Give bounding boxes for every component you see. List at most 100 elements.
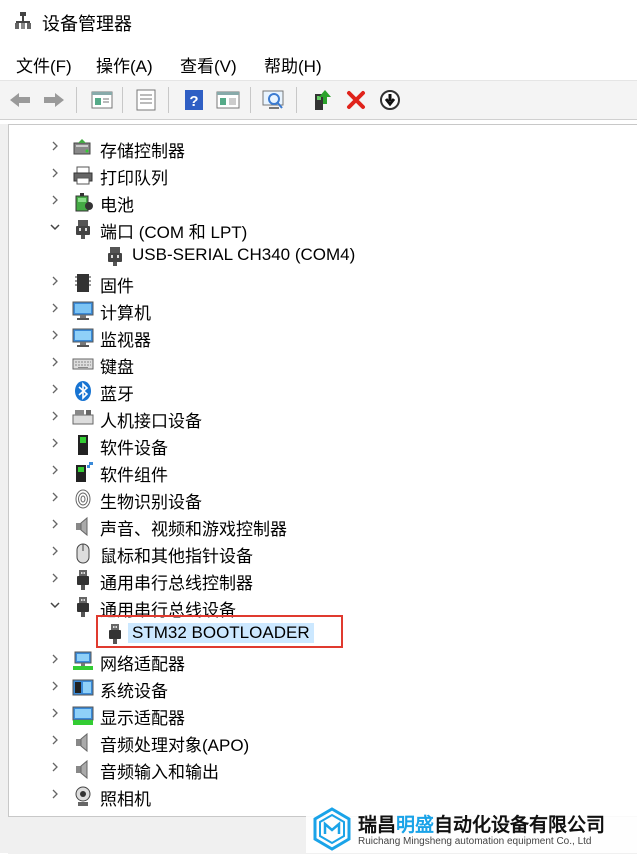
chevron-right-icon[interactable] — [49, 302, 61, 316]
node-label: 通用串行总线控制器 — [100, 574, 253, 593]
chevron-right-icon[interactable] — [49, 518, 61, 532]
speaker-icon — [76, 759, 88, 780]
chevron-right-icon[interactable] — [49, 788, 61, 802]
company-name-en: Ruichang Mingsheng automation equipment … — [358, 836, 592, 847]
software-component-icon — [76, 462, 93, 482]
window-title: 设备管理器 — [42, 14, 132, 34]
help-button[interactable]: ? — [180, 86, 208, 114]
menu-action[interactable]: 操作(A) — [96, 52, 153, 77]
menu-bar: 文件(F) 操作(A) 查看(V) 帮助(H) — [0, 44, 637, 81]
display-adapter-icon — [72, 706, 94, 725]
node-label: 系统设备 — [100, 682, 168, 701]
view-button[interactable] — [214, 86, 242, 114]
chevron-right-icon[interactable] — [49, 707, 61, 721]
node-label: 网络适配器 — [100, 655, 185, 674]
category-node[interactable]: 人机接口设备 — [9, 404, 637, 431]
chevron-right-icon[interactable] — [49, 275, 61, 289]
chevron-down-icon[interactable] — [49, 599, 61, 613]
node-label: 音频输入和输出 — [100, 763, 219, 782]
back-button[interactable] — [6, 86, 34, 114]
category-node[interactable]: 音频处理对象(APO) — [9, 728, 637, 755]
disable-button[interactable] — [376, 86, 404, 114]
monitor-icon — [72, 328, 94, 347]
menu-view[interactable]: 查看(V) — [180, 52, 237, 77]
title-bar: 设备管理器 — [0, 0, 637, 44]
node-label: 电池 — [100, 196, 134, 215]
list-button[interactable] — [132, 86, 160, 114]
properties-button[interactable] — [88, 86, 116, 114]
node-label: 端口 (COM 和 LPT) — [100, 223, 248, 242]
category-node[interactable]: 系统设备 — [9, 674, 637, 701]
chevron-right-icon[interactable] — [49, 545, 61, 559]
chevron-right-icon[interactable] — [49, 356, 61, 370]
speaker-icon — [76, 732, 88, 753]
device-node[interactable]: USB-SERIAL CH340 (COM4) — [9, 242, 637, 269]
bluetooth-icon — [75, 381, 91, 401]
uninstall-icon — [347, 91, 365, 109]
category-node[interactable]: 音频输入和输出 — [9, 755, 637, 782]
uninstall-button[interactable] — [342, 86, 370, 114]
chevron-right-icon[interactable] — [49, 761, 61, 775]
chevron-right-icon[interactable] — [49, 140, 61, 154]
category-node[interactable]: 鼠标和其他指针设备 — [9, 539, 637, 566]
svg-text:?: ? — [189, 93, 198, 110]
category-node[interactable]: 显示适配器 — [9, 701, 637, 728]
node-label: 软件组件 — [100, 466, 168, 485]
category-node[interactable]: 存储控制器 — [9, 134, 637, 161]
chevron-right-icon[interactable] — [49, 167, 61, 181]
forward-button[interactable] — [40, 86, 68, 114]
category-node[interactable]: 声音、视频和游戏控制器 — [9, 512, 637, 539]
scan-hardware-button[interactable] — [260, 86, 288, 114]
chevron-right-icon[interactable] — [49, 410, 61, 424]
category-node[interactable]: 固件 — [9, 269, 637, 296]
category-node[interactable]: 通用串行总线控制器 — [9, 566, 637, 593]
storage-icon — [73, 139, 91, 155]
category-node[interactable]: 监视器 — [9, 323, 637, 350]
category-node[interactable]: 电池 — [9, 188, 637, 215]
category-node[interactable]: 生物识别设备 — [9, 485, 637, 512]
fingerprint-icon — [75, 489, 91, 509]
back-icon — [10, 93, 30, 107]
menu-file[interactable]: 文件(F) — [16, 52, 72, 77]
node-label: 计算机 — [100, 304, 151, 323]
update-driver-button[interactable] — [308, 86, 336, 114]
chevron-right-icon[interactable] — [49, 464, 61, 478]
category-node[interactable]: 端口 (COM 和 LPT) — [9, 215, 637, 242]
chevron-down-icon[interactable] — [49, 221, 61, 235]
category-node[interactable]: 网络适配器 — [9, 647, 637, 674]
device-tree: 存储控制器打印队列电池端口 (COM 和 LPT) USB-SERIAL CH34… — [8, 124, 637, 817]
node-label: 监视器 — [100, 331, 151, 350]
update-driver-icon — [315, 90, 331, 110]
chevron-right-icon[interactable] — [49, 329, 61, 343]
scan-icon — [262, 90, 284, 109]
node-label: 鼠标和其他指针设备 — [100, 547, 253, 566]
category-node[interactable]: 蓝牙 — [9, 377, 637, 404]
annotation-highlight-box — [96, 615, 343, 648]
chevron-right-icon[interactable] — [49, 680, 61, 694]
left-edge — [0, 124, 8, 853]
chevron-right-icon[interactable] — [49, 437, 61, 451]
usb-icon — [77, 570, 89, 590]
chevron-right-icon[interactable] — [49, 194, 61, 208]
category-node[interactable]: 键盘 — [9, 350, 637, 377]
category-node[interactable]: 软件设备 — [9, 431, 637, 458]
chevron-right-icon[interactable] — [49, 653, 61, 667]
menu-help[interactable]: 帮助(H) — [264, 52, 322, 77]
category-node[interactable]: 软件组件 — [9, 458, 637, 485]
chevron-right-icon[interactable] — [49, 572, 61, 586]
battery-icon — [75, 193, 93, 212]
speaker-icon — [76, 516, 88, 537]
printer-icon — [73, 166, 93, 185]
category-node[interactable]: 计算机 — [9, 296, 637, 323]
chevron-right-icon[interactable] — [49, 734, 61, 748]
node-label: 打印队列 — [100, 169, 168, 188]
company-watermark: 瑞昌明盛自动化设备有限公司 Ruichang Mingsheng automat… — [306, 804, 637, 853]
port-icon — [108, 247, 122, 266]
system-icon — [72, 679, 94, 696]
node-label: USB-SERIAL CH340 (COM4) — [132, 245, 356, 264]
node-label: 音频处理对象(APO) — [100, 736, 250, 755]
chevron-right-icon[interactable] — [49, 491, 61, 505]
category-node[interactable]: 打印队列 — [9, 161, 637, 188]
chevron-right-icon[interactable] — [49, 383, 61, 397]
list-icon — [136, 89, 156, 111]
